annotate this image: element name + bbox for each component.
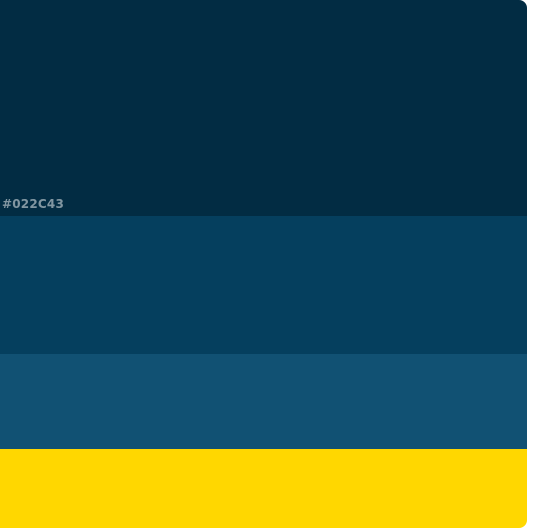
swatch-hex-label: #022C43 [2, 197, 65, 211]
color-swatch-3[interactable] [0, 354, 527, 449]
color-swatch-1[interactable]: #022C43 [0, 0, 527, 216]
color-swatch-2[interactable] [0, 216, 527, 354]
color-swatch-4[interactable] [0, 449, 527, 528]
color-palette: #022C43 [0, 0, 527, 528]
